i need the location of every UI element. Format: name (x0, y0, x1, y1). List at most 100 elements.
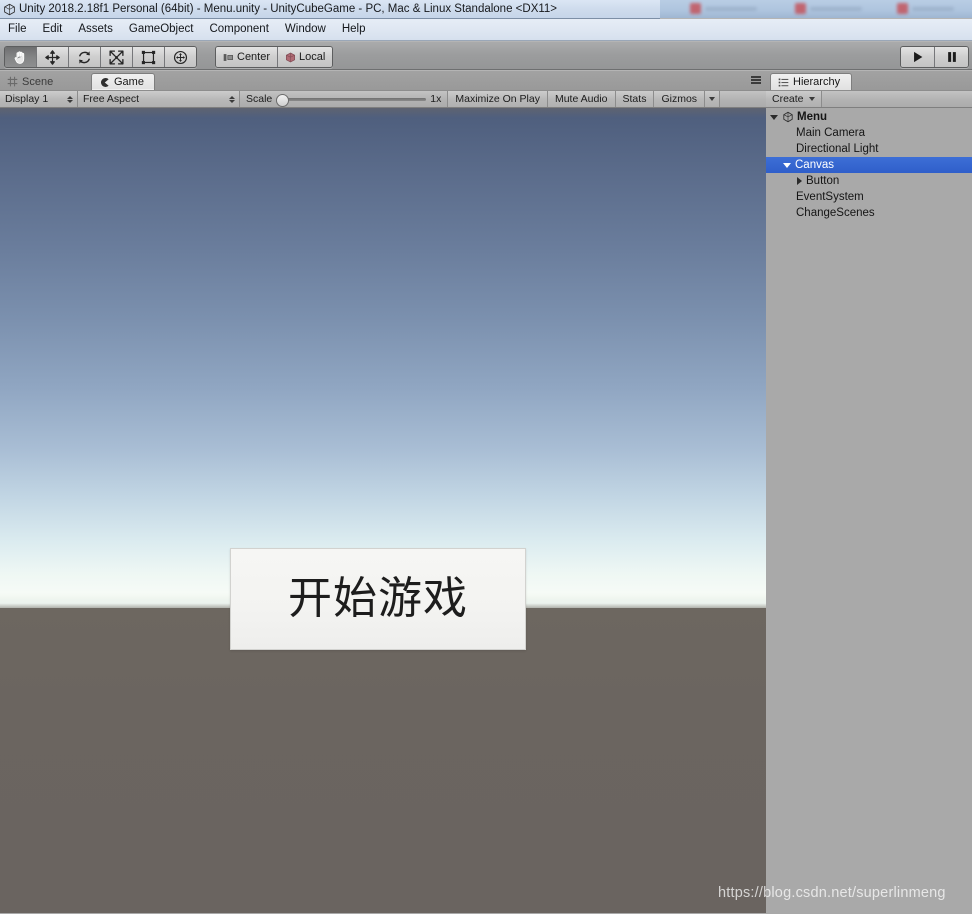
hierarchy-item-canvas[interactable]: Canvas (766, 157, 972, 173)
pause-icon (947, 52, 956, 62)
display-dropdown-label: Display 1 (5, 93, 49, 105)
foldout-toggle[interactable] (797, 177, 802, 185)
foldout-toggle[interactable] (783, 162, 791, 168)
pivot-local-label: Local (299, 51, 326, 63)
sky-gradient (0, 108, 766, 608)
hierarchy-item-main-camera[interactable]: Main Camera (766, 125, 972, 141)
create-label: Create (772, 93, 804, 105)
hierarchy-item-label: Canvas (795, 159, 834, 171)
hierarchy-item-label: EventSystem (796, 191, 864, 203)
scale-slider-group[interactable]: Scale 1x (240, 91, 449, 107)
hierarchy-toolbar: Create (766, 90, 972, 108)
menu-item-component[interactable]: Component (201, 21, 276, 38)
scale-icon (109, 49, 124, 65)
menu-item-edit[interactable]: Edit (35, 21, 71, 38)
hierarchy-item-menu[interactable]: Menu (766, 109, 972, 125)
background-browser-tab (795, 2, 862, 15)
pivot-center-button[interactable]: Center (216, 47, 279, 67)
game-view-toolbar: Display 1 Free Aspect Scale 1x Maximize … (0, 90, 766, 108)
tab-hierarchy-label: Hierarchy (793, 76, 841, 88)
transform-tools-group (4, 46, 197, 68)
chevron-updown-icon (229, 95, 235, 103)
pivot-local-button[interactable]: Local (278, 47, 333, 67)
chevron-down-icon (709, 97, 716, 101)
mute-audio-button[interactable]: Mute Audio (547, 91, 616, 107)
menu-item-gameobject[interactable]: GameObject (121, 21, 202, 38)
unity-logo-icon (4, 3, 15, 15)
pivot-center-label: Center (237, 51, 271, 63)
aspect-dropdown-label: Free Aspect (83, 93, 140, 105)
move-icon (45, 49, 60, 65)
background-browser-tab (690, 2, 757, 15)
tab-game[interactable]: Game (91, 73, 155, 90)
tab-scene[interactable]: Scene (0, 73, 63, 90)
gizmos-label: Gizmos (661, 93, 698, 105)
menu-item-assets[interactable]: Assets (70, 21, 121, 38)
hierarchy-item-eventsystem[interactable]: EventSystem (766, 189, 972, 205)
background-favicon-icon (690, 3, 701, 14)
unity-editor-window: Unity 2018.2.18f1 Personal (64bit) - Men… (0, 0, 972, 914)
scene-grid-icon (7, 76, 18, 87)
hierarchy-item-directional-light[interactable]: Directional Light (766, 141, 972, 157)
display-dropdown[interactable]: Display 1 (0, 91, 78, 107)
scale-slider-handle[interactable] (276, 93, 290, 107)
maximize-on-play-label: Maximize On Play (455, 93, 540, 105)
gizmos-button[interactable]: Gizmos (654, 91, 706, 107)
game-pacman-icon (100, 77, 109, 87)
scale-label: Scale (246, 93, 273, 105)
rect-tool-button[interactable] (133, 47, 165, 67)
tab-scene-label: Scene (22, 75, 54, 88)
scale-tool-button[interactable] (101, 47, 133, 67)
hierarchy-item-changescenes[interactable]: ChangeScenes (766, 205, 972, 221)
ground-plane (0, 608, 766, 913)
tab-hierarchy[interactable]: Hierarchy (770, 73, 853, 90)
stats-button[interactable]: Stats (615, 91, 655, 107)
hierarchy-item-label: Menu (797, 111, 828, 123)
hierarchy-item-label: Button (806, 175, 840, 187)
create-dropdown-button[interactable]: Create (766, 91, 822, 107)
hierarchy-list-icon (778, 78, 789, 86)
start-game-button[interactable]: 开始游戏 (230, 548, 526, 650)
dock-tabstrip: Scene Game (0, 71, 766, 90)
menu-item-file[interactable]: File (0, 21, 35, 38)
mute-audio-label: Mute Audio (554, 93, 608, 105)
scene-game-dock: Scene Game Display 1 Free Aspect Scale 1… (0, 71, 766, 914)
move-tool-button[interactable] (37, 47, 69, 67)
aspect-dropdown[interactable]: Free Aspect (78, 91, 240, 107)
maximize-on-play-button[interactable]: Maximize On Play (448, 91, 548, 107)
rect-transform-icon (141, 50, 156, 64)
window-title: Unity 2018.2.18f1 Personal (64bit) - Men… (19, 3, 558, 15)
tab-game-label: Game (114, 76, 144, 88)
hierarchy-item-button[interactable]: Button (766, 173, 972, 189)
title-bar: Unity 2018.2.18f1 Personal (64bit) - Men… (0, 0, 660, 19)
hierarchy-item-label: Directional Light (796, 143, 879, 155)
hand-tool-button[interactable] (5, 47, 37, 67)
play-icon (913, 51, 922, 63)
rotate-tool-button[interactable] (69, 47, 101, 67)
hierarchy-tabstrip: Hierarchy (766, 71, 972, 90)
dock-options-menu-icon[interactable] (749, 74, 762, 86)
transform-tool-button[interactable] (165, 47, 196, 67)
start-game-button-label: 开始游戏 (288, 573, 468, 624)
stats-label: Stats (622, 93, 647, 105)
game-viewport[interactable]: 开始游戏 (0, 108, 766, 913)
play-button[interactable] (901, 47, 935, 67)
pause-button[interactable] (935, 47, 968, 67)
unity-scene-icon (783, 111, 793, 123)
transform-icon (173, 50, 188, 64)
chevron-down-icon (808, 97, 815, 101)
background-browser-tab (897, 2, 954, 15)
hierarchy-tree[interactable]: Menu Main Camera Directional Light Canva… (766, 108, 972, 221)
hand-icon (14, 50, 25, 64)
menu-item-help[interactable]: Help (334, 21, 374, 38)
menu-bar: File Edit Assets GameObject Component Wi… (0, 19, 972, 41)
pivot-controls-group: Center Local (215, 46, 334, 68)
foldout-toggle[interactable] (770, 114, 778, 120)
center-pivot-icon (223, 53, 233, 61)
menu-item-window[interactable]: Window (277, 21, 334, 38)
gizmos-dropdown-button[interactable] (705, 91, 721, 107)
scale-slider-track[interactable] (276, 93, 427, 107)
local-space-icon (286, 52, 295, 62)
playback-controls-group (900, 46, 969, 68)
background-favicon-icon (795, 3, 806, 14)
